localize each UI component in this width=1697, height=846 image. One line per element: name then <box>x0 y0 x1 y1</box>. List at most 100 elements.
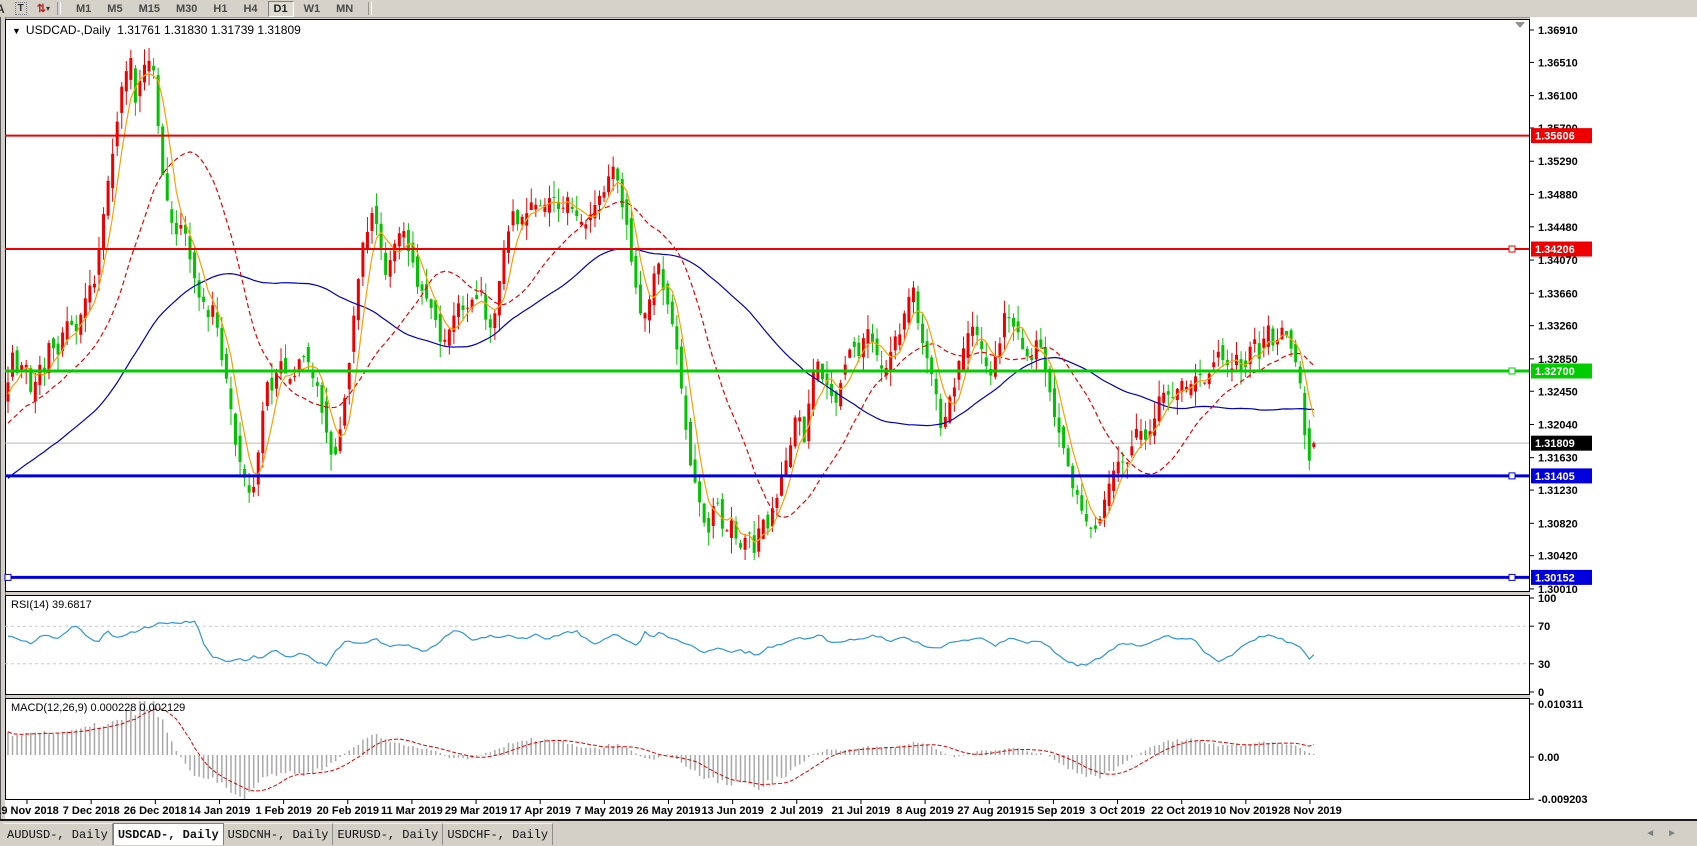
candle-body <box>1012 318 1015 327</box>
candle-body <box>766 515 769 529</box>
candle-body <box>907 297 910 323</box>
date-tick-label: 7 May 2019 <box>575 805 633 817</box>
price-tick-label: 1.34880 <box>1538 189 1578 201</box>
tab-usdcnh[interactable]: USDCNH-, Daily <box>224 823 334 845</box>
price-tick-label: 1.32450 <box>1538 386 1578 398</box>
candle-body <box>129 58 132 80</box>
macd-signal-line <box>8 709 1314 791</box>
price-badge-label: 1.34206 <box>1535 244 1575 256</box>
candle-body <box>1067 448 1070 466</box>
chart-title: ▼USDCAD-,Daily 1.31761 1.31830 1.31739 1… <box>12 23 301 37</box>
candle-body <box>1167 391 1170 394</box>
candle-body <box>475 295 478 299</box>
collapse-icon[interactable]: ▼ <box>12 26 21 36</box>
candle-body <box>211 305 214 317</box>
candle-body <box>1212 362 1215 367</box>
trading-terminal: A T ⇅ ▾ M1M5M15M30H1H4D1W1MN 1.369101.36… <box>0 0 1697 846</box>
candle-body <box>11 353 14 377</box>
candle-body <box>894 336 897 350</box>
macd-tick-label: 0.010311 <box>1538 699 1583 711</box>
candle-body <box>343 398 346 426</box>
candle-body <box>1153 418 1156 435</box>
date-tick-label: 20 Feb 2019 <box>317 805 379 817</box>
chart-shift-marker-icon <box>1515 22 1525 28</box>
candle-body <box>489 319 492 327</box>
candle-body <box>1058 418 1061 433</box>
candle-body <box>657 263 660 274</box>
level-handle-1.31405[interactable] <box>1509 473 1515 479</box>
candle-body <box>866 329 869 344</box>
candle-body <box>621 179 624 207</box>
candle-body <box>675 326 678 349</box>
date-tick-label: 17 Apr 2019 <box>510 805 571 817</box>
candle-body <box>1053 388 1056 417</box>
price-tick-label: 1.33260 <box>1538 321 1578 333</box>
candle-body <box>1117 462 1120 474</box>
level-handle-1.34206[interactable] <box>1509 246 1515 252</box>
candle-body <box>798 417 801 421</box>
candle-body <box>980 341 983 349</box>
candle-body <box>93 284 96 288</box>
candle-body <box>976 327 979 335</box>
rsi-indicator-name: RSI(14) <box>11 599 49 611</box>
candle-body <box>166 173 169 200</box>
candle-body <box>307 347 310 362</box>
candle-body <box>1108 484 1111 506</box>
candle-body <box>207 310 210 317</box>
tab-usdchf[interactable]: USDCHF-, Daily <box>443 823 553 845</box>
price-tick-label: 1.30420 <box>1538 551 1578 563</box>
candle-body <box>1080 495 1083 510</box>
candle-body <box>516 210 519 224</box>
date-tick-label: 7 Dec 2018 <box>63 805 120 817</box>
rsi-tick-label: 0 <box>1538 687 1544 699</box>
candle-body <box>302 356 305 357</box>
candle-body <box>1253 339 1256 344</box>
candle-body <box>70 321 73 325</box>
candle-body <box>448 329 451 345</box>
rsi-line <box>8 621 1314 666</box>
chart-plot-area[interactable]: 1.369101.365101.361001.357001.352901.348… <box>0 0 1697 846</box>
candle-body <box>289 379 292 384</box>
candle-body <box>1030 357 1033 360</box>
candle-body <box>352 316 355 352</box>
candle-body <box>903 313 906 329</box>
candle-body <box>66 321 69 340</box>
price-tick-label: 1.35290 <box>1538 156 1578 168</box>
candle-body <box>857 343 860 356</box>
level-handle-1.30152[interactable] <box>1509 574 1515 580</box>
candle-body <box>1076 490 1079 495</box>
candle-body <box>539 205 542 206</box>
candle-body <box>1085 514 1088 521</box>
candle-body <box>216 312 219 327</box>
candle-body <box>275 373 278 388</box>
date-tick-label: 21 Jul 2019 <box>832 805 891 817</box>
level-handle-1.30152[interactable] <box>5 574 11 580</box>
macd-tick-label: 0.00 <box>1538 752 1559 764</box>
candle-body <box>921 324 924 343</box>
level-handle-1.32700[interactable] <box>1509 368 1515 374</box>
candle-body <box>794 418 797 447</box>
price-badge-label: 1.31405 <box>1535 471 1575 483</box>
candle-body <box>1271 329 1274 346</box>
candle-body <box>398 233 401 246</box>
tab-eurusd[interactable]: EURUSD-, Daily <box>333 823 443 845</box>
rsi-tick-label: 70 <box>1538 621 1550 633</box>
candle-body <box>575 210 578 216</box>
candle-body <box>384 253 387 275</box>
tab-usdcad[interactable]: USDCAD-, Daily <box>113 823 224 845</box>
date-tick-label: 11 Mar 2019 <box>381 805 443 817</box>
candle-body <box>634 256 637 288</box>
tab-audusd[interactable]: AUDUSD-, Daily <box>3 823 113 845</box>
candle-body <box>1262 339 1265 348</box>
candle-body <box>161 126 164 174</box>
tab-scroll-left-icon[interactable]: ◄ <box>1645 828 1667 839</box>
candle-body <box>193 252 196 278</box>
candle-body <box>371 213 374 231</box>
candle-body <box>57 344 60 355</box>
candle-body <box>389 260 392 276</box>
candle-body <box>1299 367 1302 384</box>
price-badge-label: 1.35606 <box>1535 131 1575 143</box>
tab-scroll-right-icon[interactable]: ► <box>1667 828 1689 839</box>
candle-body <box>698 481 701 502</box>
candle-body <box>116 122 119 147</box>
